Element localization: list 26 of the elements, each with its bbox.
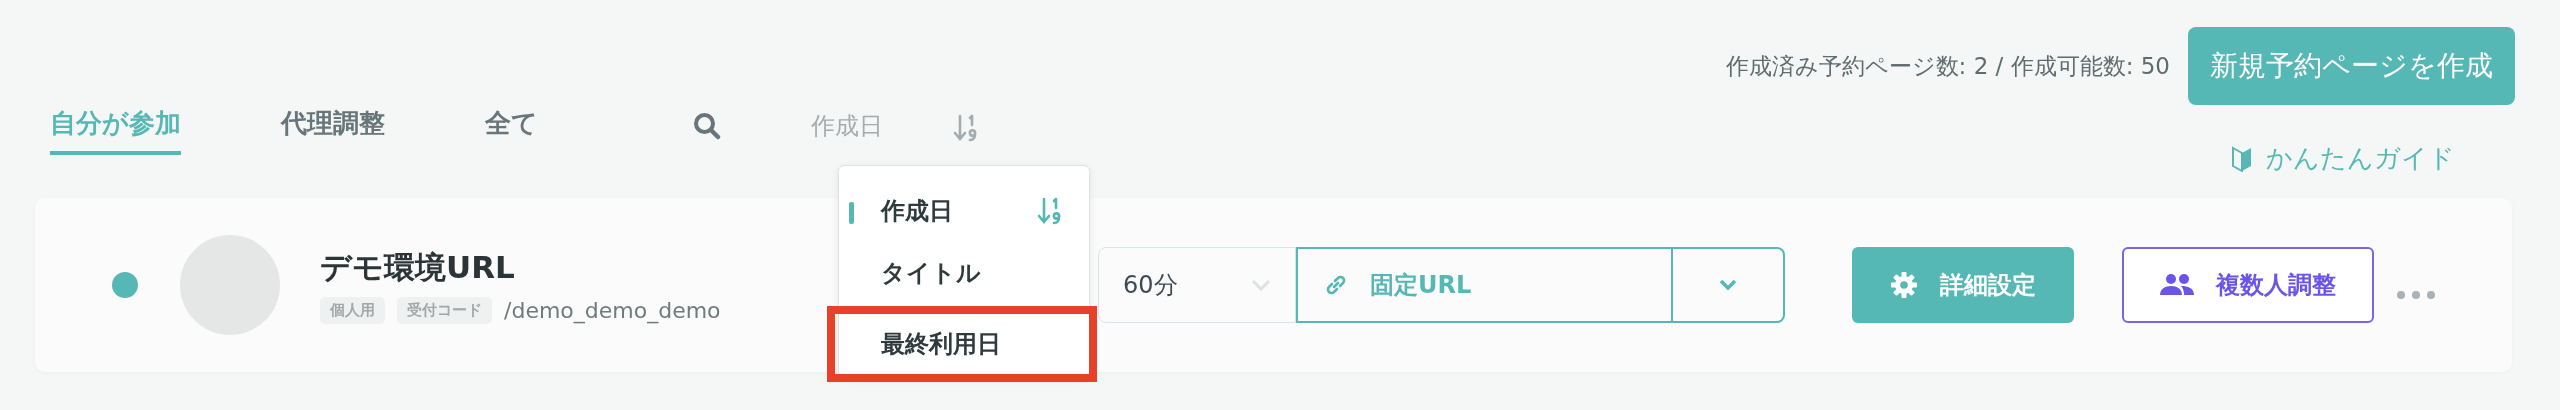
chevron-down-icon	[1718, 279, 1738, 291]
chevron-down-icon	[1251, 279, 1271, 291]
page-count-text: 作成済み予約ページ数: 2 / 作成可能数: 50	[1725, 51, 2170, 81]
tag: 受付コード	[397, 296, 492, 324]
tab[interactable]: 全て	[485, 100, 538, 155]
link-icon	[1324, 273, 1348, 297]
sort-option[interactable]: 作成日	[839, 180, 1089, 242]
people-icon	[2160, 273, 2194, 297]
tag: 個人用	[320, 296, 385, 324]
duration-select[interactable]: 60分	[1098, 247, 1296, 323]
settings-button[interactable]: 詳細設定	[1852, 247, 2074, 323]
tab[interactable]: 代理調整	[281, 100, 385, 155]
page-path: /demo_demo_demo	[504, 297, 721, 323]
selected-indicator	[849, 202, 854, 224]
sort-icon[interactable]	[1037, 196, 1063, 226]
dropdown-button[interactable]	[1673, 247, 1785, 323]
sort-option[interactable]: タイトル	[839, 242, 1089, 304]
leaf-mark-icon	[2232, 145, 2252, 172]
create-page-button[interactable]: 新規予約ページを作成	[2188, 27, 2515, 105]
sort-icon[interactable]	[953, 112, 979, 143]
url-type-select[interactable]: 固定URL	[1296, 247, 1673, 323]
sort-option[interactable]: 最終利用日	[835, 314, 1089, 374]
search-icon[interactable]	[693, 111, 721, 140]
group-schedule-button[interactable]: 複数人調整	[2122, 247, 2374, 323]
settings-icon	[1890, 271, 1918, 299]
more-icon[interactable]	[2396, 290, 2436, 300]
